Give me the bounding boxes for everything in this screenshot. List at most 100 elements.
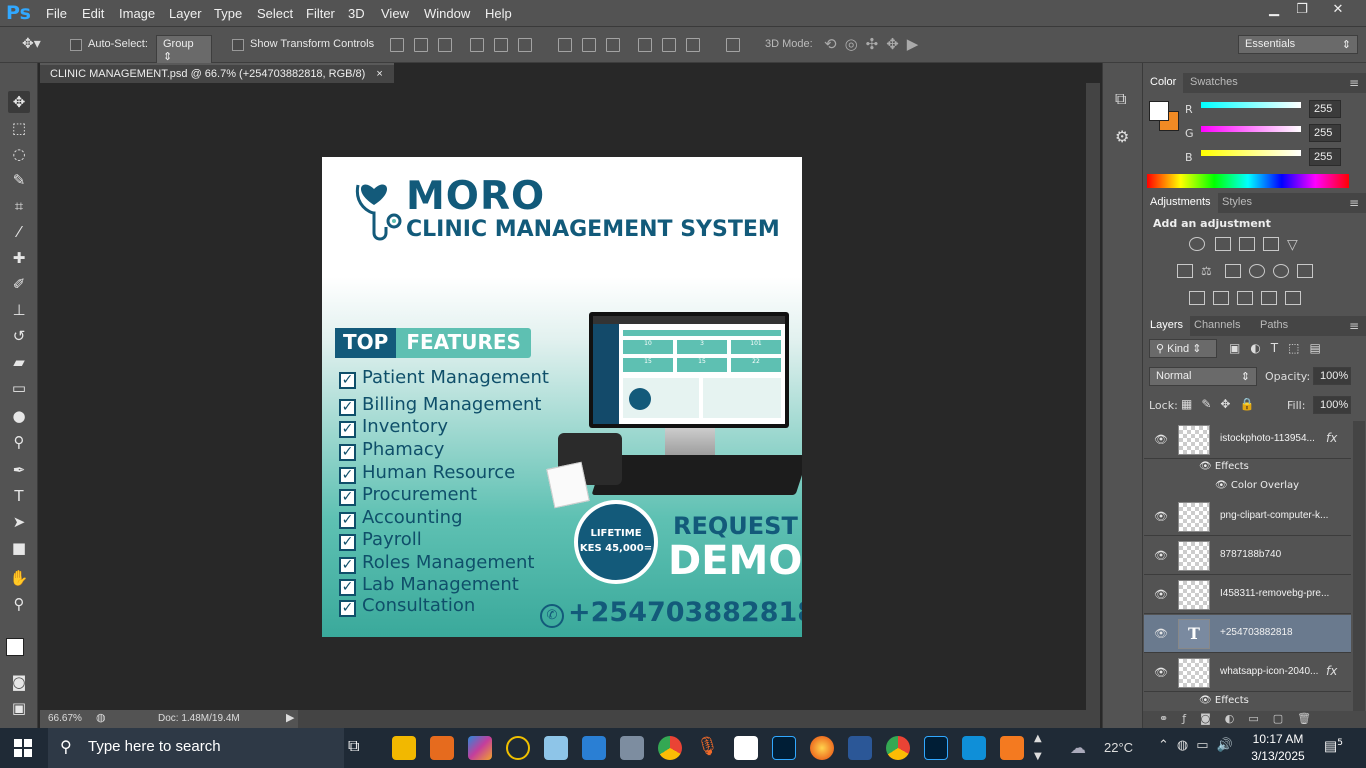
menu-layer[interactable]: Layer xyxy=(169,6,202,21)
pen-tool-icon[interactable]: ✒ xyxy=(8,459,30,481)
menu-filter[interactable]: Filter xyxy=(306,6,335,21)
gradient-tool-icon[interactable]: ▭ xyxy=(8,377,30,399)
distribute-hcenter-icon[interactable] xyxy=(662,38,676,52)
firefox-icon[interactable] xyxy=(810,736,834,760)
photoshop-active-icon[interactable] xyxy=(924,736,948,760)
type-tool-icon[interactable]: T xyxy=(8,485,30,507)
app-icon[interactable] xyxy=(506,736,530,760)
3d-mode-icons[interactable]: ⟲◎✣✥▶ xyxy=(824,35,926,53)
fg-color-chip[interactable] xyxy=(1149,101,1169,121)
lasso-tool-icon[interactable]: ◌ xyxy=(8,143,30,165)
marquee-tool-icon[interactable]: ⬚ xyxy=(8,117,30,139)
g-slider[interactable] xyxy=(1201,126,1301,132)
fx-icon[interactable]: fx xyxy=(1326,664,1337,678)
fill-value[interactable]: 100% xyxy=(1313,396,1351,414)
tray-icons[interactable]: ⌃◍▭🔊 xyxy=(1158,738,1241,753)
invert-icon[interactable] xyxy=(1189,291,1205,305)
menu-image[interactable]: Image xyxy=(119,6,155,21)
zoom-tool-icon[interactable]: ⚲ xyxy=(8,593,30,615)
curves-icon[interactable] xyxy=(1239,237,1255,251)
g-value[interactable]: 255 xyxy=(1309,124,1341,142)
menu-select[interactable]: Select xyxy=(257,6,293,21)
color-spectrum-bar[interactable] xyxy=(1147,174,1349,188)
layer-row[interactable]: 👁 png-clipart-computer-k... xyxy=(1144,498,1351,536)
exposure-icon[interactable] xyxy=(1263,237,1279,251)
layers-list[interactable]: 👁 istockphoto-113954... fx 👁 Effects 👁 C… xyxy=(1143,421,1353,711)
restore-icon[interactable]: ❐ xyxy=(1288,0,1316,22)
color-balance-icon[interactable]: ⚖ xyxy=(1201,264,1217,278)
layer-row[interactable]: 👁 istockphoto-113954... fx xyxy=(1144,421,1351,459)
chrome-profile-icon[interactable] xyxy=(886,736,910,760)
align-left-icon[interactable] xyxy=(470,38,484,52)
tab-swatches[interactable]: Swatches xyxy=(1183,73,1245,93)
word-icon[interactable] xyxy=(848,736,872,760)
layer-row[interactable]: 👁 I458311-removebg-pre... xyxy=(1144,576,1351,614)
tab-styles[interactable]: Styles xyxy=(1215,193,1259,213)
auto-select-checkbox[interactable] xyxy=(70,39,82,51)
quick-select-tool-icon[interactable]: ✎ xyxy=(8,169,30,191)
panel-menu-icon[interactable]: ≡ xyxy=(1349,319,1359,333)
show-transform-checkbox[interactable] xyxy=(232,39,244,51)
opacity-value[interactable]: 100% xyxy=(1313,367,1351,385)
align-vcenter-icon[interactable] xyxy=(414,38,428,52)
lock-icons[interactable]: ▦✎✥🔒 xyxy=(1181,397,1263,411)
dodge-tool-icon[interactable]: ⚲ xyxy=(8,431,30,453)
brush-tool-icon[interactable]: ✐ xyxy=(8,273,30,295)
chrome-icon[interactable] xyxy=(658,736,682,760)
levels-icon[interactable] xyxy=(1215,237,1231,251)
auto-align-icon[interactable] xyxy=(726,38,740,52)
document-tab[interactable]: CLINIC MANAGEMENT.psd @ 66.7% (+25470388… xyxy=(40,63,394,83)
r-value[interactable]: 255 xyxy=(1309,100,1341,118)
history-panel-icon[interactable]: ⧉ xyxy=(1115,89,1126,109)
tab-layers[interactable]: Layers xyxy=(1143,316,1191,336)
threshold-icon[interactable] xyxy=(1237,291,1253,305)
eye-icon[interactable]: 👁 xyxy=(1154,588,1168,601)
windows-start-icon[interactable] xyxy=(14,739,32,757)
properties-panel-icon[interactable]: ⚙ xyxy=(1115,127,1129,146)
healing-brush-tool-icon[interactable]: ✚ xyxy=(8,247,30,269)
shape-tool-icon[interactable]: ■ xyxy=(8,537,30,559)
notifications-icon[interactable]: ▤5 xyxy=(1324,738,1343,755)
layer-row[interactable]: 👁 whatsapp-icon-2040... fx xyxy=(1144,654,1351,692)
layer-row[interactable]: 👁 8787188b740 xyxy=(1144,537,1351,575)
foreground-color-swatch[interactable] xyxy=(6,638,24,656)
vscode-icon[interactable] xyxy=(582,736,606,760)
b-slider[interactable] xyxy=(1201,150,1301,156)
status-menu-arrow-icon[interactable]: ▶ xyxy=(286,711,294,724)
photoshop-taskbar-icon[interactable] xyxy=(772,736,796,760)
taskbar-scroll-arrows-icon[interactable]: ▲ ▼ xyxy=(1034,730,1042,766)
menu-file[interactable]: File xyxy=(46,6,67,21)
crop-tool-icon[interactable]: ⌗ xyxy=(8,195,30,217)
eraser-tool-icon[interactable]: ▰ xyxy=(8,351,30,373)
panel-menu-icon[interactable]: ≡ xyxy=(1349,76,1359,90)
screen-mode-icon[interactable]: ▣ xyxy=(8,697,30,719)
color-lookup-icon[interactable] xyxy=(1297,264,1313,278)
vibrance-icon[interactable]: ▽ xyxy=(1287,237,1303,253)
clone-stamp-tool-icon[interactable]: ⊥ xyxy=(8,299,30,321)
hand-tool-icon[interactable]: ✋ xyxy=(8,567,30,589)
zoom-level[interactable]: 66.67% xyxy=(48,713,82,724)
selective-color-icon[interactable] xyxy=(1261,291,1277,305)
vertical-scrollbar[interactable] xyxy=(1086,83,1100,710)
eyedropper-tool-icon[interactable]: ⁄ xyxy=(8,221,30,243)
layers-scrollbar[interactable] xyxy=(1353,421,1365,711)
copilot-icon[interactable] xyxy=(468,736,492,760)
app-icon[interactable] xyxy=(620,736,644,760)
posterize-icon[interactable] xyxy=(1213,291,1229,305)
brightness-contrast-icon[interactable] xyxy=(1189,237,1205,251)
eye-icon[interactable]: 👁 xyxy=(1154,666,1168,679)
auto-select-dropdown[interactable]: Group ⇕ xyxy=(156,35,212,66)
menu-type[interactable]: Type xyxy=(214,6,242,21)
eye-icon[interactable]: 👁 xyxy=(1199,461,1215,472)
fx-icon[interactable]: fx xyxy=(1326,431,1337,445)
taskbar-clock[interactable]: 10:17 AM 3/13/2025 xyxy=(1246,731,1310,765)
weather-temp[interactable]: 22°C xyxy=(1104,740,1133,755)
eye-icon[interactable]: 👁 xyxy=(1154,627,1168,640)
gradient-map-icon[interactable] xyxy=(1285,291,1301,305)
b-value[interactable]: 255 xyxy=(1309,148,1341,166)
eye-icon[interactable]: 👁 xyxy=(1154,510,1168,523)
task-view-icon[interactable]: ⧉ xyxy=(348,736,372,760)
align-hcenter-icon[interactable] xyxy=(494,38,508,52)
photo-filter-icon[interactable] xyxy=(1249,264,1265,278)
microphone-icon[interactable]: 🎙 xyxy=(696,736,720,760)
